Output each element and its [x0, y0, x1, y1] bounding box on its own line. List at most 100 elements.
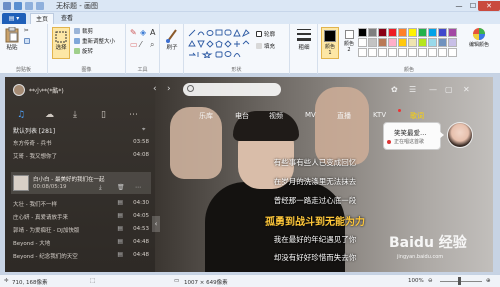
shapes-gallery-icon[interactable]: [188, 28, 252, 58]
palette-swatch[interactable]: [408, 38, 417, 47]
tab-home[interactable]: 主页: [30, 13, 55, 24]
nav-radio[interactable]: 电台: [235, 111, 249, 121]
minimize-button[interactable]: —: [452, 1, 466, 11]
color-picker-icon[interactable]: ⁄: [140, 40, 141, 49]
playlist-title[interactable]: 默认列表 [281]: [13, 126, 55, 135]
palette-swatch[interactable]: [448, 48, 457, 57]
delete-song-icon[interactable]: 🗑: [117, 184, 125, 191]
palette-swatch[interactable]: [418, 28, 427, 37]
magnifier-icon[interactable]: ⌕: [150, 40, 154, 50]
pencil-icon[interactable]: ✎: [130, 28, 137, 37]
close-button[interactable]: ✕: [478, 1, 500, 11]
palette-swatch[interactable]: [408, 28, 417, 37]
select-button[interactable]: 选择: [52, 27, 70, 59]
nav-library[interactable]: 乐库: [199, 111, 213, 121]
nav-lyrics[interactable]: 歌词: [410, 111, 424, 121]
palette-swatch[interactable]: [428, 38, 437, 47]
song-row[interactable]: 郭靖 - 为爱痴狂 - DJ加快版 ▤ 04:53: [13, 224, 149, 235]
restore-icon[interactable]: ▢: [445, 85, 453, 94]
nav-ktv[interactable]: KTV: [373, 111, 386, 119]
palette-swatch[interactable]: [398, 28, 407, 37]
palette-swatch[interactable]: [388, 28, 397, 37]
palette-swatch[interactable]: [448, 28, 457, 37]
zoom-in-button[interactable]: ⊕: [486, 278, 491, 284]
palette-swatch[interactable]: [448, 38, 457, 47]
song-row[interactable]: 艾哥 - 我又想你了 04:08: [13, 150, 149, 161]
palette-swatch[interactable]: [368, 48, 377, 57]
redo-quick-icon[interactable]: [36, 2, 44, 10]
palette-swatch[interactable]: [378, 28, 387, 37]
nav-live[interactable]: 直播: [337, 111, 351, 121]
palette-swatch[interactable]: [428, 28, 437, 37]
eraser-icon[interactable]: ▭: [130, 40, 138, 49]
undo-quick-icon[interactable]: [25, 2, 33, 10]
palette-swatch[interactable]: [438, 28, 447, 37]
brushes-button[interactable]: 刷子: [163, 27, 181, 51]
palette-swatch[interactable]: [438, 48, 447, 57]
palette-swatch[interactable]: [388, 48, 397, 57]
crop-button[interactable]: 裁剪: [74, 27, 93, 35]
fill-bucket-icon[interactable]: ◈: [140, 28, 146, 37]
username[interactable]: **小**(*酷*): [29, 86, 64, 95]
more-options-icon[interactable]: ⋯: [135, 184, 141, 191]
palette-swatch[interactable]: [378, 48, 387, 57]
tab-view[interactable]: 查看: [56, 13, 78, 24]
list-locate-icon[interactable]: ⌖: [142, 126, 145, 134]
text-tool-icon[interactable]: A: [150, 28, 155, 37]
pasted-music-player-image[interactable]: **小**(*酷*) ‹ › ✿ ☰ — ▢ ✕ 乐库 电台 视频 MV 直播 …: [5, 77, 493, 272]
search-input[interactable]: [183, 83, 281, 96]
palette-swatch[interactable]: [418, 38, 427, 47]
minimize-icon[interactable]: —: [429, 85, 437, 94]
nav-video[interactable]: 视频: [269, 111, 283, 121]
edit-colors-button[interactable]: 编辑颜色: [464, 27, 494, 48]
zoom-slider-thumb[interactable]: [458, 277, 461, 285]
palette-swatch[interactable]: [418, 48, 427, 57]
nav-mv[interactable]: MV: [305, 111, 316, 119]
song-row[interactable]: 庄心妍 - 真爱请放手来 ▤ 04:05: [13, 211, 149, 222]
palette-swatch[interactable]: [368, 28, 377, 37]
zoom-slider[interactable]: [440, 281, 482, 282]
palette-swatch[interactable]: [398, 48, 407, 57]
skin-icon[interactable]: ✿: [391, 85, 398, 94]
color-palette[interactable]: [358, 28, 460, 58]
copy-button[interactable]: [24, 38, 32, 45]
user-avatar[interactable]: [13, 84, 25, 96]
palette-swatch[interactable]: [368, 38, 377, 47]
cut-button[interactable]: ✂: [24, 28, 29, 34]
save-quick-icon[interactable]: [14, 2, 22, 10]
forward-arrow-icon[interactable]: ›: [167, 84, 171, 94]
more-icon[interactable]: ⋯: [129, 110, 138, 120]
palette-swatch[interactable]: [358, 48, 367, 57]
download-icon[interactable]: ⤓: [73, 110, 77, 120]
song-row[interactable]: Beyond - 纪念我们的天空 ▤ 04:48: [13, 250, 149, 261]
palette-swatch[interactable]: [398, 38, 407, 47]
resize-button[interactable]: 重新调整大小: [74, 37, 115, 45]
menu-icon[interactable]: ☰: [409, 85, 416, 94]
palette-swatch[interactable]: [358, 38, 367, 47]
palette-swatch[interactable]: [428, 48, 437, 57]
collapse-list-button[interactable]: ‹: [152, 216, 160, 232]
cloud-icon[interactable]: ☁: [45, 110, 54, 120]
file-menu-button[interactable]: ▤ ▾: [2, 13, 26, 24]
friend-avatar[interactable]: [447, 122, 473, 148]
zoom-out-button[interactable]: ⊖: [428, 278, 433, 284]
paste-button[interactable]: 粘贴: [3, 27, 21, 51]
rotate-button[interactable]: 旋转: [74, 47, 93, 55]
color1-button[interactable]: 颜色 1: [321, 27, 339, 59]
music-note-icon[interactable]: ♫: [17, 110, 25, 120]
palette-swatch[interactable]: [388, 38, 397, 47]
back-arrow-icon[interactable]: ‹: [153, 84, 157, 94]
palette-swatch[interactable]: [438, 38, 447, 47]
friend-listening-bubble[interactable]: 笑笑最爱… 正在唱这首歌: [383, 122, 441, 150]
download-song-icon[interactable]: ⤓: [99, 184, 102, 192]
size-button[interactable]: 粗细: [294, 27, 314, 51]
palette-swatch[interactable]: [408, 48, 417, 57]
close-icon[interactable]: ✕: [463, 85, 470, 94]
palette-swatch[interactable]: [358, 28, 367, 37]
song-row[interactable]: 东方传奇 - 兵书 03:58: [13, 137, 149, 148]
palette-swatch[interactable]: [378, 38, 387, 47]
color2-button[interactable]: 颜色 2: [341, 27, 357, 53]
now-playing-row[interactable]: 白小白 - 最美好的我们在一起 00:08/05:19 ⤓ 🗑 ⋯: [11, 172, 151, 194]
song-row[interactable]: 大壮 - 我们不一样 ▤ 04:30: [13, 198, 149, 209]
song-row[interactable]: Beyond - 大地 ▤ 04:48: [13, 237, 149, 248]
